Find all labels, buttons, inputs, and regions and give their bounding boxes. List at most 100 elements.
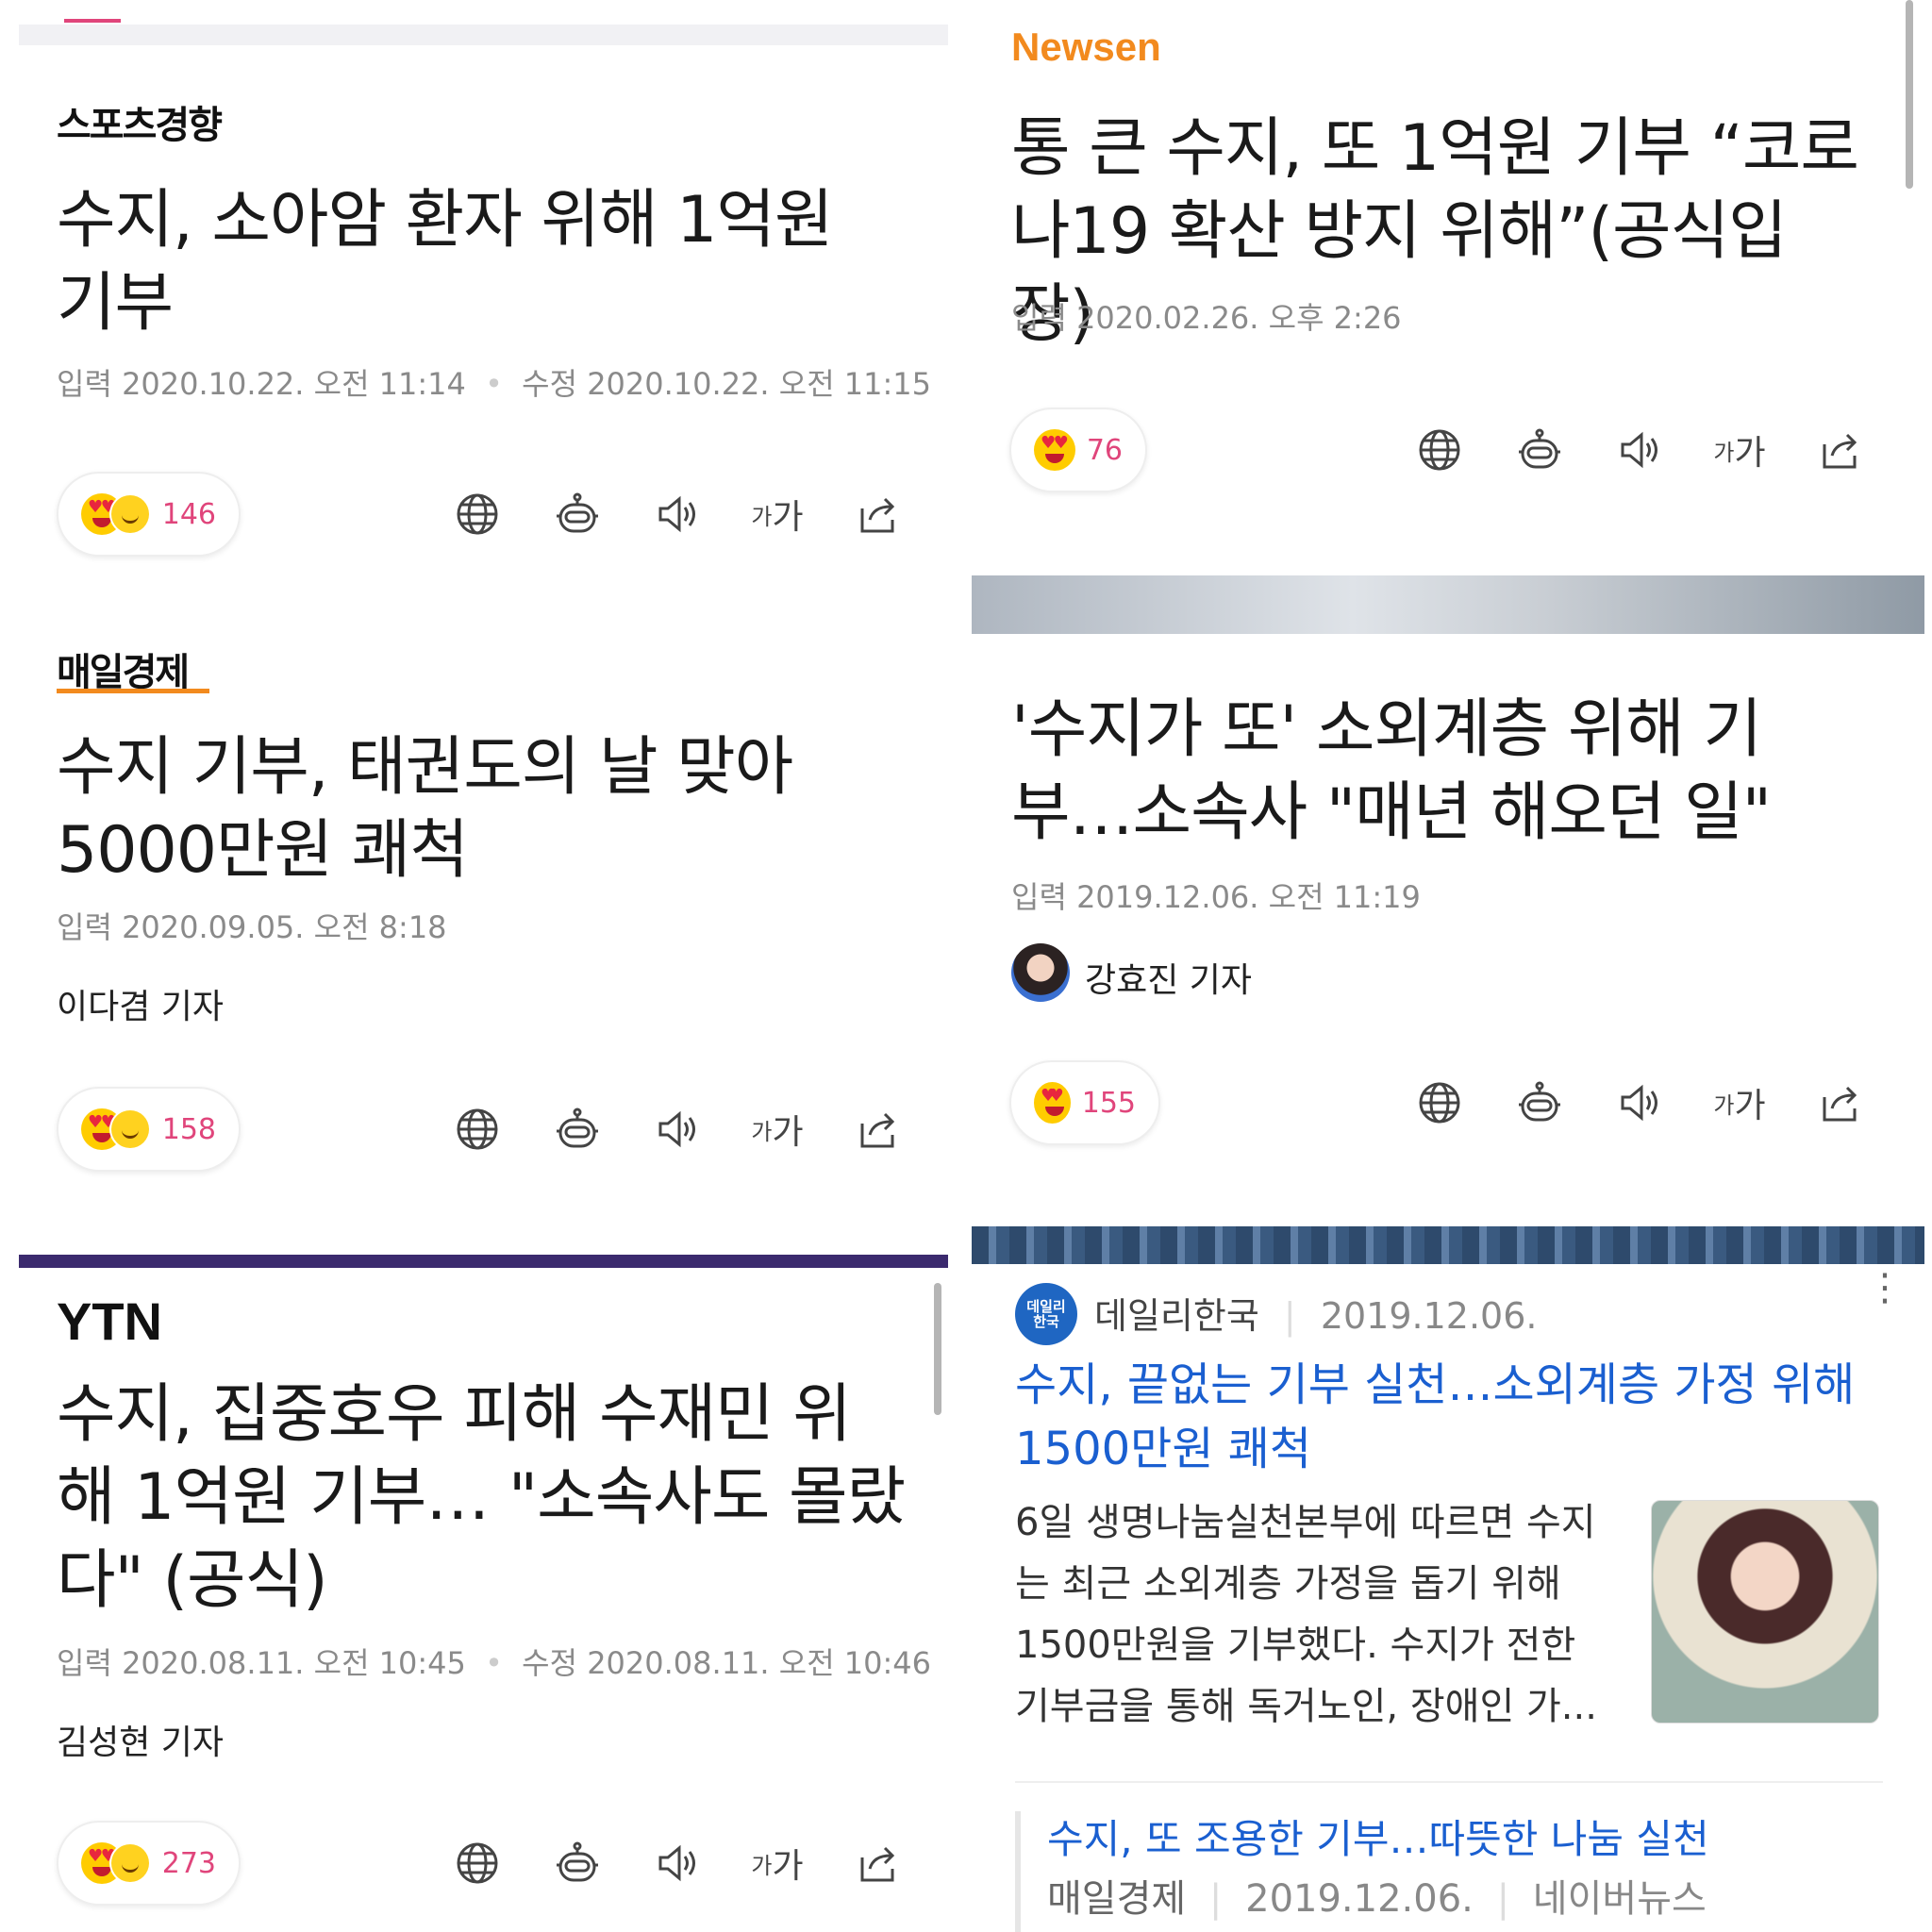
share-icon[interactable] bbox=[849, 486, 906, 542]
input-date: 2020.08.11. 오전 10:45 bbox=[122, 1645, 466, 1681]
reaction-button[interactable]: 146 bbox=[57, 472, 241, 557]
font-size-icon[interactable]: 가가 bbox=[749, 1101, 806, 1158]
translate-globe-icon[interactable] bbox=[449, 1101, 506, 1158]
result-source-line: 데일리한국 | 2019.12.06. bbox=[1094, 1287, 1537, 1339]
reaction-count: 146 bbox=[161, 497, 216, 531]
photo-strip bbox=[972, 1226, 1924, 1264]
article-toolbar: 가가 bbox=[406, 1101, 906, 1158]
reporter-name[interactable]: 김성현 기자 bbox=[57, 1715, 224, 1764]
article-panel-maeil: 매일경제 수지 기부, 태권도의 날 맞아 5000만원 쾌척 입력 2020.… bbox=[0, 613, 953, 1236]
edit-date: 2020.08.11. 오전 10:46 bbox=[587, 1645, 932, 1681]
reaction-button[interactable]: 273 bbox=[57, 1821, 241, 1906]
reaction-count: 273 bbox=[161, 1846, 216, 1880]
font-size-icon[interactable]: 가가 bbox=[1711, 422, 1768, 478]
edit-date: 2020.10.22. 오전 11:15 bbox=[587, 366, 932, 402]
summary-robot-icon[interactable] bbox=[549, 1101, 606, 1158]
font-size-icon[interactable]: 가가 bbox=[749, 1835, 806, 1891]
article-panel-newsen: Newsen 통 큰 수지, 또 1억원 기부 “코로나19 확산 방지 위해”… bbox=[972, 0, 1932, 566]
related-date: 2019.12.06. bbox=[1245, 1877, 1474, 1921]
header-divider bbox=[19, 25, 948, 45]
summary-robot-icon[interactable] bbox=[1511, 422, 1568, 478]
speaker-icon[interactable] bbox=[1611, 422, 1668, 478]
search-result-panel: 데일리 한국 데일리한국 | 2019.12.06. ⋮ 수지, 끝없는 기부 … bbox=[972, 1226, 1932, 1932]
article-dates: 입력 2020.02.26. 오후 2:26 bbox=[1011, 294, 1402, 338]
smile-emoji-icon bbox=[108, 1842, 151, 1884]
heart-eyes-emoji-icon bbox=[1034, 429, 1075, 471]
source-logo-icon[interactable]: 데일리 한국 bbox=[1015, 1283, 1077, 1345]
edit-label: 수정 bbox=[522, 1645, 578, 1681]
article-title: 수지, 소아암 환자 위해 1억원 기부 bbox=[57, 183, 834, 341]
source-logo[interactable]: Newsen bbox=[1011, 25, 1161, 70]
photo-strip bbox=[972, 575, 1924, 634]
article-toolbar: 가가 bbox=[1368, 422, 1868, 478]
related-bar bbox=[1015, 1811, 1021, 1932]
translate-globe-icon[interactable] bbox=[1411, 422, 1468, 478]
reaction-button[interactable]: 158 bbox=[57, 1087, 241, 1172]
input-label: 입력 bbox=[1011, 300, 1067, 336]
separator-dot: • bbox=[485, 1645, 503, 1681]
related-platform[interactable]: 네이버뉴스 bbox=[1533, 1877, 1707, 1921]
input-date: 2019.12.06. 오전 11:19 bbox=[1076, 879, 1421, 915]
related-title[interactable]: 수지, 또 조용한 기부…따뜻한 나눔 실천 bbox=[1047, 1807, 1709, 1865]
article-panel-giving: '수지가 또' 소외계층 위해 기부…소속사 "매년 해오던 일" 입력 201… bbox=[972, 575, 1932, 1226]
article-title: 수지 기부, 태권도의 날 맞아 5000만원 쾌척 bbox=[57, 730, 793, 888]
share-icon[interactable] bbox=[849, 1835, 906, 1891]
input-date: 2020.10.22. 오전 11:14 bbox=[122, 366, 466, 402]
tab-indicator bbox=[64, 19, 121, 23]
result-title[interactable]: 수지, 끝없는 기부 실천…소외계층 가정 위해 1500만원 쾌척 bbox=[1015, 1353, 1883, 1481]
article-dates: 입력 2020.09.05. 오전 8:18 bbox=[57, 904, 447, 947]
article-dates: 입력 2020.10.22. 오전 11:14 • 수정 2020.10.22.… bbox=[57, 360, 931, 404]
article-panel-sportskyunghyang: 스포츠경향 수지, 소아암 환자 위해 1억원 기부 입력 2020.10.22… bbox=[0, 0, 953, 604]
translate-globe-icon[interactable] bbox=[449, 486, 506, 542]
translate-globe-icon[interactable] bbox=[1411, 1074, 1468, 1131]
share-icon[interactable] bbox=[849, 1101, 906, 1158]
article-toolbar: 가가가가 bbox=[406, 486, 906, 542]
scrollbar[interactable] bbox=[934, 1283, 941, 1415]
article-panel-ytn: YTN 수지, 집중호우 피해 수재민 위해 1억원 기부… "소속사도 몰랐다… bbox=[0, 1245, 953, 1932]
reaction-button[interactable]: 155 bbox=[1009, 1060, 1160, 1145]
heart-eyes-emoji-icon bbox=[1034, 1082, 1071, 1124]
font-size-icon[interactable]: 가가 bbox=[1711, 1074, 1768, 1131]
result-thumbnail[interactable] bbox=[1651, 1500, 1879, 1724]
summary-robot-icon[interactable] bbox=[1511, 1074, 1568, 1131]
input-label: 입력 bbox=[57, 1645, 112, 1681]
source-logo[interactable]: YTN bbox=[57, 1291, 162, 1352]
result-source[interactable]: 데일리한국 bbox=[1094, 1295, 1259, 1337]
input-label: 입력 bbox=[57, 366, 112, 402]
font-size-icon[interactable]: 가가가가 bbox=[749, 486, 806, 542]
more-options-icon[interactable]: ⋮ bbox=[1866, 1269, 1904, 1307]
speaker-icon[interactable] bbox=[649, 486, 706, 542]
speaker-icon[interactable] bbox=[1611, 1074, 1668, 1131]
share-icon[interactable] bbox=[1811, 1074, 1868, 1131]
reporter-avatar[interactable] bbox=[1011, 943, 1070, 1002]
logo-underline bbox=[57, 689, 209, 693]
summary-robot-icon[interactable] bbox=[549, 486, 606, 542]
input-label: 입력 bbox=[57, 909, 112, 945]
source-logo[interactable]: 스포츠경향 bbox=[57, 94, 223, 149]
source-logo-text: 데일리 한국 bbox=[1026, 1298, 1066, 1330]
divider: | bbox=[1496, 1877, 1510, 1921]
article-dates: 입력 2019.12.06. 오전 11:19 bbox=[1011, 874, 1421, 917]
related-source[interactable]: 매일경제 bbox=[1047, 1877, 1186, 1921]
article-dates: 입력 2020.08.11. 오전 10:45 • 수정 2020.08.11.… bbox=[57, 1640, 931, 1683]
reaction-count: 76 bbox=[1086, 433, 1123, 467]
related-meta: 매일경제 | 2019.12.06. | 네이버뉴스 bbox=[1047, 1868, 1707, 1923]
translate-globe-icon[interactable] bbox=[449, 1835, 506, 1891]
scrollbar[interactable] bbox=[1906, 0, 1913, 189]
reporter-name[interactable]: 강효진 기자 bbox=[1085, 953, 1252, 1002]
article-toolbar: 가가 bbox=[406, 1835, 906, 1891]
smile-emoji-icon bbox=[108, 493, 151, 535]
input-label: 입력 bbox=[1011, 879, 1067, 915]
reaction-count: 158 bbox=[161, 1112, 216, 1146]
article-title: 수지, 집중호우 피해 수재민 위해 1억원 기부… "소속사도 몰랐다" (공… bbox=[57, 1377, 906, 1618]
summary-robot-icon[interactable] bbox=[549, 1835, 606, 1891]
reaction-count: 155 bbox=[1081, 1086, 1136, 1120]
reaction-button[interactable]: 76 bbox=[1009, 408, 1147, 492]
speaker-icon[interactable] bbox=[649, 1835, 706, 1891]
header-bar bbox=[19, 1255, 948, 1268]
share-icon[interactable] bbox=[1811, 422, 1868, 478]
divider: | bbox=[1283, 1295, 1296, 1337]
reporter-name[interactable]: 이다겸 기자 bbox=[57, 979, 224, 1028]
result-date: 2019.12.06. bbox=[1320, 1295, 1538, 1337]
speaker-icon[interactable] bbox=[649, 1101, 706, 1158]
